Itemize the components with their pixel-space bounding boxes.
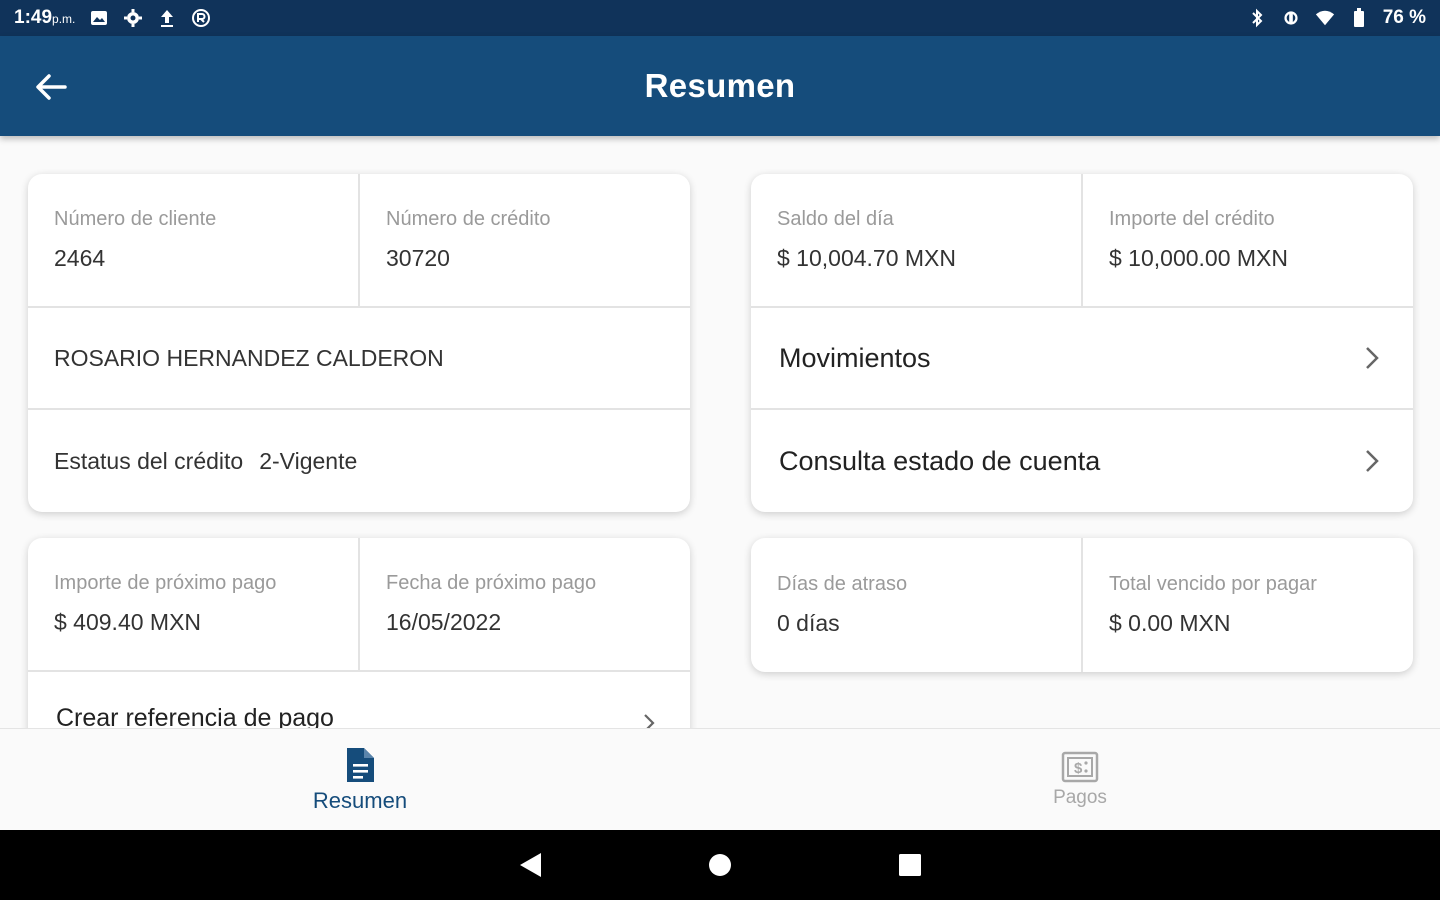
system-recents-button[interactable] <box>890 845 930 885</box>
status-left: 1:49p.m. <box>14 7 211 29</box>
tab-pagos[interactable]: $ Pagos <box>720 729 1440 830</box>
total-due-label: Total vencido por pagar <box>1109 573 1317 595</box>
tab-pagos-label: Pagos <box>1053 786 1107 808</box>
summary-content: Número de cliente 2464 Número de crédito… <box>0 136 1440 728</box>
create-payment-reference-label: Crear referencia de pago <box>56 704 334 728</box>
client-name: ROSARIO HERNANDEZ CALDERON <box>54 344 444 371</box>
next-payment-row: Importe de próximo pago $ 409.40 MXN Fec… <box>28 538 690 672</box>
credit-number-value: 30720 <box>386 245 450 271</box>
chevron-right-icon <box>636 710 662 728</box>
client-number-cell: Número de cliente 2464 <box>28 174 358 306</box>
settings-notification-icon <box>123 8 143 28</box>
movements-link[interactable]: Movimientos <box>751 308 1413 410</box>
wifi-icon <box>1315 8 1335 28</box>
balance-card: Saldo del día $ 10,004.70 MXN Importe de… <box>751 174 1413 512</box>
triangle-back-icon <box>520 853 541 877</box>
square-recents-icon <box>899 854 921 876</box>
payment-icon: $ <box>1061 751 1099 782</box>
next-amount-cell: Importe de próximo pago $ 409.40 MXN <box>28 538 358 670</box>
chevron-right-icon <box>1359 345 1385 371</box>
next-amount-value: $ 409.40 MXN <box>54 609 202 635</box>
next-date-value: 16/05/2022 <box>386 609 502 635</box>
total-due-cell: Total vencido por pagar $ 0.00 MXN <box>1081 538 1413 672</box>
credit-status-value: 2-Vigente <box>259 447 358 474</box>
back-button[interactable] <box>26 62 76 112</box>
system-home-button[interactable] <box>700 845 740 885</box>
status-time: 1:49p.m. <box>14 7 76 28</box>
balance-row: Saldo del día $ 10,004.70 MXN Importe de… <box>751 174 1413 308</box>
app-bar: Resumen <box>0 36 1440 136</box>
svg-text:$: $ <box>1074 760 1083 777</box>
document-icon <box>347 747 374 782</box>
bluetooth-icon <box>1247 8 1267 28</box>
next-date-label: Fecha de próximo pago <box>386 572 597 594</box>
days-late-label: Días de atraso <box>777 573 908 595</box>
client-number-value: 2464 <box>54 245 106 271</box>
tab-resumen[interactable]: Resumen <box>0 729 720 830</box>
next-payment-card: Importe de próximo pago $ 409.40 MXN Fec… <box>28 538 690 728</box>
account-statement-link[interactable]: Consulta estado de cuenta <box>751 410 1413 512</box>
credit-number-label: Número de crédito <box>386 208 551 230</box>
bottom-navigation: Resumen $ Pagos <box>0 728 1440 830</box>
credit-amount-cell: Importe del crédito $ 10,000.00 MXN <box>1081 174 1413 306</box>
next-amount-label: Importe de próximo pago <box>54 572 277 594</box>
status-bar: 1:49p.m. 76 % <box>0 0 1440 36</box>
client-ids-row: Número de cliente 2464 Número de crédito… <box>28 174 690 308</box>
day-balance-label: Saldo del día <box>777 208 894 230</box>
battery-percent: 76 % <box>1382 7 1426 28</box>
upload-notification-icon <box>157 8 177 28</box>
day-balance-cell: Saldo del día $ 10,004.70 MXN <box>751 174 1081 306</box>
client-name-row: ROSARIO HERNANDEZ CALDERON <box>28 308 690 410</box>
circle-home-icon <box>709 854 731 876</box>
battery-icon <box>1349 8 1369 28</box>
image-notification-icon <box>89 8 109 28</box>
rotation-icon <box>1281 8 1301 28</box>
create-payment-reference-link[interactable]: Crear referencia de pago <box>28 672 690 728</box>
credit-status-label: Estatus del crédito <box>54 447 244 474</box>
credit-amount-value: $ 10,000.00 MXN <box>1109 245 1289 271</box>
next-date-cell: Fecha de próximo pago 16/05/2022 <box>358 538 690 670</box>
client-number-label: Número de cliente <box>54 208 217 230</box>
page-title: Resumen <box>644 67 796 104</box>
system-navigation-bar <box>0 830 1440 900</box>
account-statement-label: Consulta estado de cuenta <box>779 445 1101 476</box>
arrow-left-icon <box>36 74 67 100</box>
days-late-value: 0 días <box>777 610 840 636</box>
movements-label: Movimientos <box>779 342 931 373</box>
day-balance-value: $ 10,004.70 MXN <box>777 245 957 271</box>
credit-amount-label: Importe del crédito <box>1109 208 1275 230</box>
app-notification-icon <box>191 8 211 28</box>
system-back-button[interactable] <box>510 845 550 885</box>
total-due-value: $ 0.00 MXN <box>1109 610 1231 636</box>
credit-status-row: Estatus del crédito 2-Vigente <box>28 410 690 512</box>
days-late-cell: Días de atraso 0 días <box>751 538 1081 672</box>
arrears-row: Días de atraso 0 días Total vencido por … <box>751 538 1413 672</box>
status-right: 76 % <box>1247 7 1426 29</box>
arrears-card: Días de atraso 0 días Total vencido por … <box>751 538 1413 672</box>
client-card: Número de cliente 2464 Número de crédito… <box>28 174 690 512</box>
chevron-right-icon <box>1359 448 1385 474</box>
tab-resumen-label: Resumen <box>312 787 408 813</box>
credit-number-cell: Número de crédito 30720 <box>358 174 690 306</box>
